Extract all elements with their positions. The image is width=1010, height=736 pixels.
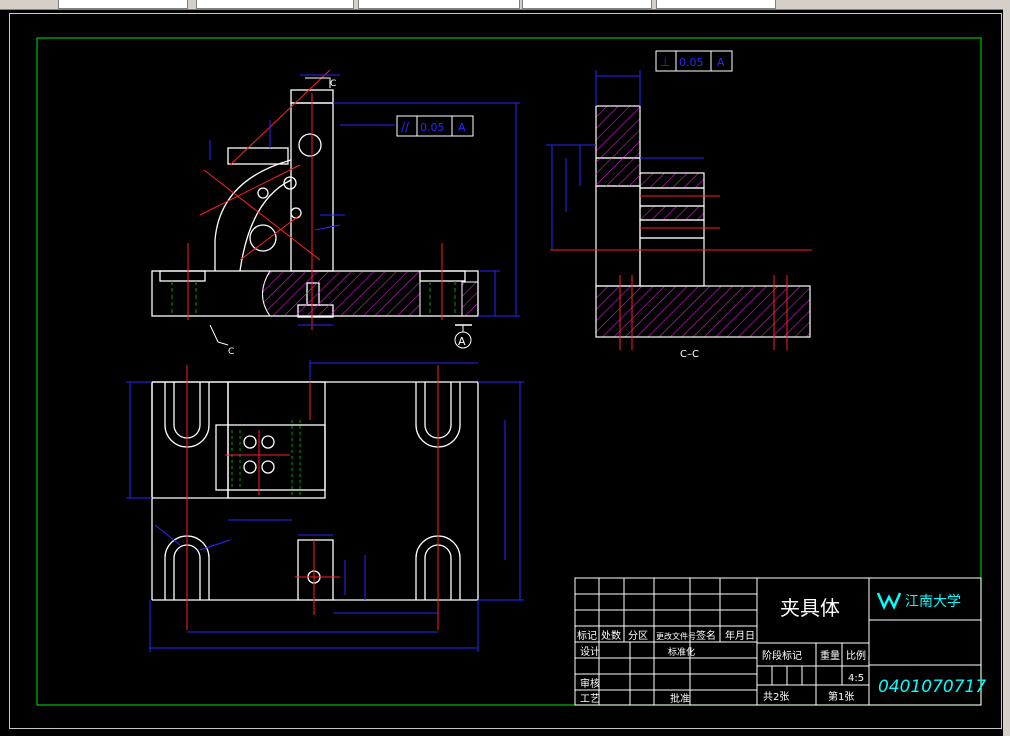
sheet-number: 第1张 [828, 690, 854, 703]
svg-text:重量: 重量 [820, 649, 840, 662]
gdt-parallel-frame: // 0.05 A [396, 115, 474, 137]
svg-text:比例: 比例 [846, 649, 866, 662]
front-base-section-hatch [262, 270, 421, 317]
gdt-parallel-value: 0.05 [420, 121, 445, 134]
svg-text:更改文件号: 更改文件号 [656, 631, 696, 641]
scale-value: 4:5 [848, 673, 864, 684]
gdt-perpendicular-datum: A [717, 56, 725, 69]
gdt-perpendicular-symbol: ⊥ [660, 55, 670, 69]
svg-text:C: C [228, 347, 234, 357]
svg-text:工艺: 工艺 [580, 693, 600, 705]
top-hidden-lines [231, 420, 301, 495]
gdt-parallel-datum: A [458, 121, 466, 134]
svg-text:设计: 设计 [580, 645, 600, 658]
svg-text:C: C [330, 79, 336, 89]
datum-a-marker: A [454, 324, 472, 349]
top-view[interactable] [151, 381, 479, 601]
svg-text:分区: 分区 [628, 630, 648, 642]
school-logo [876, 592, 902, 610]
section-view-c-c[interactable]: ⊥ 0.05 A C–C [546, 50, 812, 360]
sheet-total: 共2张 [763, 691, 789, 703]
svg-text:A: A [458, 335, 466, 348]
cad-drawing-canvas[interactable]: // 0.05 A A C C ⊥ 0.05 A C–C 标记 处数 分区 更改… [0, 0, 1010, 736]
gdt-perpendicular-frame: ⊥ 0.05 A [655, 50, 733, 72]
svg-text:年月日: 年月日 [725, 629, 755, 642]
svg-text:标准化: 标准化 [668, 646, 695, 658]
svg-text:处数: 处数 [601, 629, 621, 642]
section-label: C–C [680, 349, 699, 360]
title-block-text: 标记 处数 分区 更改文件号 签名 年月日 设计 标准化 审核 工艺 批准 阶段… [577, 629, 866, 705]
gdt-perpendicular-value: 0.05 [679, 56, 704, 69]
svg-text:阶段标记: 阶段标记 [762, 649, 802, 662]
school-name: 江南大学 [905, 594, 961, 610]
svg-text:签名: 签名 [696, 629, 716, 642]
drawing-number: 0401070717 [878, 677, 986, 697]
svg-text:标记: 标记 [577, 630, 597, 642]
svg-text:审核: 审核 [580, 677, 600, 690]
svg-text:批准: 批准 [670, 692, 690, 705]
gdt-parallel-symbol: // [401, 120, 410, 134]
front-right-hatch [461, 281, 479, 317]
part-name: 夹具体 [780, 596, 840, 620]
